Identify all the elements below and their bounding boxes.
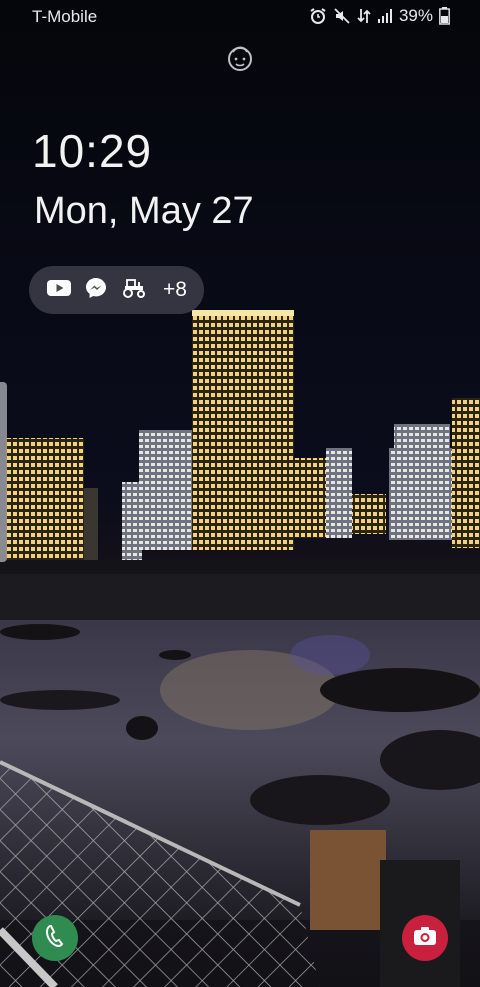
data-transfer-icon — [357, 7, 371, 25]
mute-icon — [333, 7, 351, 25]
battery-icon — [439, 7, 450, 25]
notification-icons-pill[interactable]: +8 — [29, 266, 204, 314]
camera-shortcut-button[interactable] — [402, 915, 448, 961]
lock-screen: T-Mobile 39% 10:29 Mon, May 27 +8 — [0, 0, 480, 987]
status-bar: T-Mobile 39% — [0, 0, 480, 34]
more-notifications-count: +8 — [163, 278, 187, 301]
camera-icon — [413, 926, 437, 951]
youtube-icon — [47, 279, 71, 302]
lock-clock: 10:29 — [32, 125, 153, 177]
battery-percent: 39% — [398, 6, 433, 25]
carrier-name: T-Mobile — [32, 7, 98, 26]
tractor-icon — [121, 278, 147, 303]
alarm-icon — [309, 7, 327, 25]
messenger-icon — [85, 277, 107, 304]
phone-shortcut-button[interactable] — [32, 915, 78, 961]
status-icons: 39% — [309, 6, 450, 26]
phone-icon — [44, 924, 66, 953]
edge-panel-handle[interactable] — [0, 382, 7, 562]
signal-icon — [377, 8, 393, 24]
lock-date: Mon, May 27 — [34, 190, 254, 232]
face-recognition-icon — [226, 43, 254, 78]
